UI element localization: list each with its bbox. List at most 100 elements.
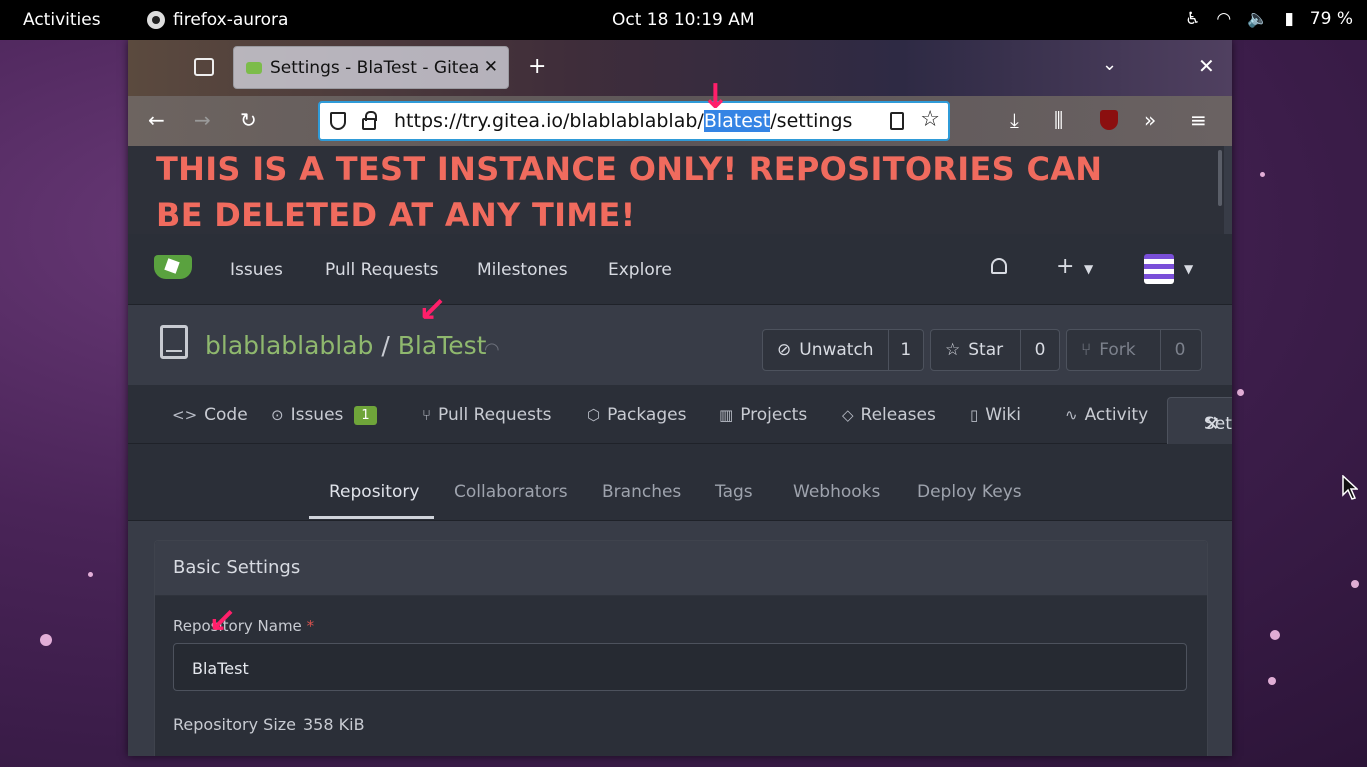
tab-settings-text: Settings [1204, 414, 1232, 434]
unwatch-label: Unwatch [799, 340, 874, 360]
tab-projects[interactable]: ▥ Projects [719, 405, 807, 425]
chevron-down-icon[interactable]: ▼ [1084, 262, 1093, 276]
url-prefix: https://try.gitea.io/blablablablab/ [394, 110, 704, 132]
tab-issues-label: Issues [290, 405, 344, 425]
issues-count-badge: 1 [354, 405, 377, 425]
app-menu-icon[interactable]: ≡ [1190, 108, 1207, 132]
tab-activity[interactable]: ∿ Activity [1065, 405, 1148, 425]
tab-close-icon[interactable]: ✕ [484, 57, 498, 77]
back-icon[interactable]: ← [148, 108, 165, 132]
tab-activity-label: Activity [1084, 405, 1149, 425]
url-bar[interactable]: https://try.gitea.io/blablablablab/Blate… [318, 101, 950, 141]
repo-name-link[interactable]: BlaTest [398, 331, 487, 360]
battery-percent: 79 % [1309, 9, 1353, 29]
tab-settings[interactable]: ⚒ Settings [1167, 397, 1232, 444]
nav-issues[interactable]: Issues [230, 260, 283, 280]
unwatch-button[interactable]: ⊘ Unwatch [763, 330, 889, 370]
nav-pull-requests[interactable]: Pull Requests [325, 260, 439, 280]
volume-icon: 🔈 [1247, 9, 1269, 29]
firefox-window: Settings - BlaTest - Gitea: ✕ + ⌄ ✕ ← → … [128, 40, 1232, 756]
tab-pull-requests-label: Pull Requests [438, 405, 552, 425]
required-mark: * [306, 617, 315, 635]
repo-tabs: <> Code ⊙ Issues 1 ⑂ Pull Requests ⬡ Packages… [128, 385, 1232, 444]
wallpaper-dot [1260, 172, 1265, 177]
unwatch-button-group[interactable]: ⊘ Unwatch 1 [762, 329, 924, 371]
tab-settings-blatest[interactable]: Settings - BlaTest - Gitea: ✕ [233, 46, 509, 89]
gitea-favicon-icon [246, 61, 262, 74]
nav-milestones[interactable]: Milestones [477, 260, 568, 280]
system-tray[interactable]: ♿ ◠ 🔈 ▮ 79 % [1185, 9, 1353, 29]
star-count[interactable]: 0 [1021, 340, 1059, 360]
basic-settings-panel: Basic Settings Repository Name * BlaTest… [154, 540, 1208, 756]
reload-icon[interactable]: ↻ [240, 108, 257, 132]
settings-tab-collaborators[interactable]: Collaborators [454, 482, 568, 502]
accessibility-icon[interactable]: ♿ [1185, 9, 1200, 29]
repo-size-label: Repository Size [173, 715, 297, 734]
star-button[interactable]: ☆ Star [931, 330, 1021, 370]
repo-owner-link[interactable]: blablablablab [205, 331, 373, 360]
tab-issues[interactable]: ⊙ Issues 1 [271, 405, 377, 425]
app-name: firefox-aurora [173, 10, 289, 30]
new-tab-icon[interactable]: + [528, 54, 546, 79]
tab-releases[interactable]: ◇ Releases [842, 405, 936, 425]
extensions-overflow-icon[interactable]: » [1144, 108, 1156, 132]
list-all-tabs-icon[interactable]: ⌄ [1102, 54, 1117, 75]
firefox-view-icon[interactable] [194, 58, 214, 76]
watch-count[interactable]: 1 [889, 340, 923, 360]
bookmark-star-icon[interactable]: ☆ [920, 107, 940, 132]
tab-wiki-label: Wiki [985, 405, 1021, 425]
tab-releases-label: Releases [860, 405, 936, 425]
settings-tab-repository[interactable]: Repository [329, 482, 419, 502]
repo-name-input[interactable]: BlaTest [173, 643, 1187, 691]
nav-explore[interactable]: Explore [608, 260, 672, 280]
fork-button-group[interactable]: ⑂ Fork 0 [1066, 329, 1202, 371]
url-text[interactable]: https://try.gitea.io/blablablablab/Blate… [394, 110, 852, 132]
app-menu[interactable]: firefox-aurora [147, 10, 288, 30]
settings-tabs: Repository Collaborators Branches Tags W… [128, 444, 1232, 521]
tab-code[interactable]: <> Code [172, 405, 248, 425]
settings-tab-tags[interactable]: Tags [715, 482, 753, 502]
fork-count[interactable]: 0 [1161, 340, 1199, 360]
battery-icon: ▮ [1284, 9, 1294, 29]
downloads-icon[interactable]: ⤓ [1010, 108, 1019, 132]
reader-view-icon[interactable] [890, 112, 904, 130]
tab-pull-requests[interactable]: ⑂ Pull Requests [422, 405, 552, 425]
notification-bell-icon[interactable] [991, 258, 1007, 274]
page-content: THIS IS A TEST INSTANCE ONLY! REPOSITORI… [128, 146, 1232, 756]
star-label: Star [968, 340, 1004, 360]
wallpaper-dot [1268, 677, 1276, 685]
activities-button[interactable]: Activities [23, 10, 101, 30]
create-plus-icon[interactable]: + [1056, 254, 1074, 279]
repo-name-label-text: Repository Name [173, 617, 302, 635]
rss-icon[interactable]: ◠ [484, 339, 500, 360]
wifi-icon: ◠ [1216, 9, 1232, 29]
ublock-origin-icon[interactable] [1100, 110, 1118, 130]
tracking-protection-icon[interactable] [330, 112, 346, 130]
chevron-down-icon[interactable]: ▼ [1184, 262, 1193, 276]
test-instance-banner: THIS IS A TEST INSTANCE ONLY! REPOSITORI… [128, 146, 1224, 234]
system-top-bar: Activities firefox-aurora Oct 18 10:19 A… [0, 0, 1367, 40]
panel-title: Basic Settings [173, 557, 301, 578]
gitea-logo-icon[interactable] [154, 255, 192, 279]
repo-separator: / [381, 331, 390, 360]
settings-tab-webhooks[interactable]: Webhooks [793, 482, 880, 502]
star-icon: ☆ [945, 340, 961, 360]
star-button-group[interactable]: ☆ Star 0 [930, 329, 1060, 371]
clock[interactable]: Oct 18 10:19 AM [612, 10, 755, 30]
page-scrollbar[interactable] [1218, 150, 1222, 206]
url-suffix: /settings [770, 110, 853, 132]
forward-icon[interactable]: → [194, 108, 211, 132]
fork-button[interactable]: ⑂ Fork [1067, 330, 1161, 370]
settings-tab-branches[interactable]: Branches [602, 482, 681, 502]
annotation-arrow-icon: ↙ [418, 290, 447, 330]
annotation-arrow-icon: ↙ [208, 601, 237, 641]
library-icon[interactable]: ⫼ [1054, 108, 1063, 132]
avatar[interactable] [1144, 254, 1174, 284]
tab-projects-label: Projects [740, 405, 808, 425]
tab-packages[interactable]: ⬡ Packages [587, 405, 686, 425]
settings-tab-deploy-keys[interactable]: Deploy Keys [917, 482, 1022, 502]
lock-icon[interactable] [362, 111, 377, 130]
tab-wiki[interactable]: ▯ Wiki [970, 405, 1021, 425]
window-close-icon[interactable]: ✕ [1198, 54, 1215, 78]
navigation-toolbar: ← → ↻ https://try.gitea.io/blablablablab… [128, 96, 1232, 146]
